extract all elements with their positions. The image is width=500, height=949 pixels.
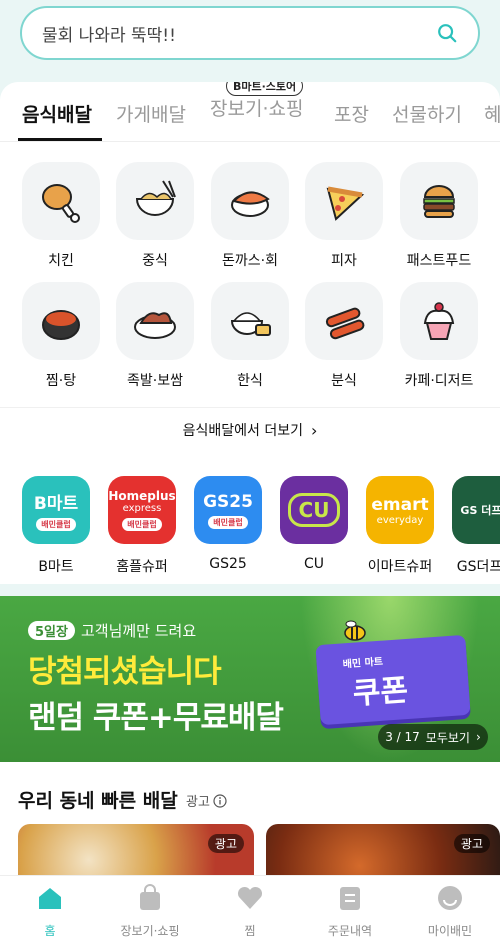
category-jokbal-bossam[interactable]: 족발·보쌈 (110, 282, 200, 390)
emart-logo: emart everyday (366, 476, 434, 544)
nav-shopping[interactable]: 장보기·쇼핑 (100, 884, 200, 939)
homeplus-logo: Homeplus express 배민클럽 (108, 476, 176, 544)
coupon-ticket-image: 배민 마트 쿠폰 (315, 634, 471, 726)
store-label: GS더프레 (456, 559, 500, 575)
nav-my-baemin[interactable]: 마이배민 (400, 884, 500, 939)
banner-headline: 당첨되셨습니다 (28, 654, 222, 690)
home-icon (39, 888, 61, 909)
category-label: 피자 (331, 253, 357, 269)
shopping-bag-icon (140, 884, 160, 910)
search-input[interactable]: 물회 나와라 뚝딱!! (42, 21, 436, 46)
search-icon[interactable] (436, 22, 458, 44)
active-tab-indicator (18, 138, 102, 141)
category-stew[interactable]: 찜·탕 (16, 282, 106, 390)
category-chicken[interactable]: 치킨 (16, 162, 106, 270)
category-label: 찜·탕 (45, 373, 77, 389)
sushi-icon (231, 191, 270, 217)
category-label: 분식 (331, 373, 357, 389)
tab-takeout[interactable]: 포장 (334, 100, 369, 127)
category-chinese[interactable]: 중식 (110, 162, 200, 270)
store-gs25[interactable]: GS25 배민클럽 GS25 (186, 476, 270, 572)
ad-badge: 광고 (207, 834, 244, 853)
store-shortcuts: B마트 배민클럽 B마트 Homeplus express 배민클럽 홈플슈퍼 … (0, 462, 500, 584)
nav-home[interactable]: 홈 (0, 884, 100, 939)
category-fastfood[interactable]: 패스트푸드 (394, 162, 484, 270)
cupcake-icon (423, 302, 455, 340)
category-label: 치킨 (48, 253, 74, 269)
bottom-navigation: 홈 장보기·쇼핑 찜 주문내역 마이배민 (0, 875, 500, 949)
store-label: B마트 (38, 559, 74, 575)
fast-delivery-section: 우리 동네 빠른 배달 광고 광고 광고 (0, 762, 500, 884)
tab-benefits[interactable]: 혜 (484, 100, 500, 127)
tteokbokki-icon (325, 307, 365, 340)
store-label: GS25 (209, 556, 247, 572)
info-icon (213, 793, 227, 808)
tab-store-delivery[interactable]: 가게배달 (116, 100, 186, 127)
bmart-store-badge: B마트·스토어 (226, 82, 304, 96)
promo-banner[interactable]: 5일장 고객님께만 드려요 당첨되셨습니다 랜덤 쿠폰+무료배달 배민 마트 쿠… (0, 596, 500, 762)
store-gs-fresh[interactable]: GS 더프레 GS더프레 (444, 476, 500, 576)
cu-logo: CU (280, 476, 348, 544)
category-label: 카페·디저트 (404, 373, 474, 389)
store-cu[interactable]: CU CU (272, 476, 356, 572)
banner-pager[interactable]: 3 / 17 모두보기 › (378, 724, 488, 750)
tab-grocery-shopping[interactable]: 장보기·쇼핑 (210, 94, 303, 121)
nav-orders[interactable]: 주문내역 (300, 884, 400, 939)
bee-icon (344, 620, 366, 641)
store-label: 이마트슈퍼 (367, 559, 433, 575)
store-label: 홈플슈퍼 (116, 559, 168, 575)
category-korean[interactable]: 한식 (205, 282, 295, 390)
store-bmart[interactable]: B마트 배민클럽 B마트 (14, 476, 98, 576)
banner-subtitle: 5일장 고객님께만 드려요 (28, 620, 196, 641)
food-delivery-panel: 음식배달 가게배달 장보기·쇼핑 포장 선물하기 혜 B마트·스토어 치킨 중식… (0, 82, 500, 462)
pizza-icon (326, 186, 365, 221)
category-cafe-dessert[interactable]: 카페·디저트 (394, 282, 484, 390)
category-label: 한식 (237, 373, 263, 389)
section-title: 우리 동네 빠른 배달 (18, 790, 178, 812)
store-label: CU (303, 556, 325, 572)
nav-favorites[interactable]: 찜 (200, 884, 300, 939)
search-bar[interactable]: 물회 나와라 뚝딱!! (20, 6, 480, 60)
tab-gift[interactable]: 선물하기 (392, 100, 462, 127)
stew-pot-icon (42, 310, 80, 340)
category-snack[interactable]: 분식 (299, 282, 389, 390)
order-list-icon (340, 887, 360, 910)
ad-label[interactable]: 광고 (186, 791, 227, 810)
more-link-label: 음식배달에서 더보기 (182, 423, 303, 439)
store-emart[interactable]: emart everyday 이마트슈퍼 (358, 476, 442, 576)
category-pizza[interactable]: 피자 (299, 162, 389, 270)
category-label: 돈까스·회 (222, 253, 278, 269)
chevron-right-icon: › (475, 730, 481, 744)
category-label: 중식 (142, 253, 168, 269)
gs-fresh-logo: GS 더프레 (452, 476, 500, 544)
burger-icon (423, 185, 455, 218)
more-food-delivery-link[interactable]: 음식배달에서 더보기 › (0, 407, 500, 452)
profile-icon (438, 886, 462, 910)
heart-icon (237, 886, 263, 909)
pork-platter-icon (134, 312, 176, 339)
category-label: 패스트푸드 (406, 253, 472, 269)
category-cutlet-sashimi[interactable]: 돈까스·회 (205, 162, 295, 270)
banner-pill: 5일장 (28, 621, 75, 640)
gs25-logo: GS25 배민클럽 (194, 476, 262, 544)
bmart-logo: B마트 배민클럽 (22, 476, 90, 544)
noodle-bowl-icon (135, 180, 176, 216)
store-homeplus[interactable]: Homeplus express 배민클럽 홈플슈퍼 (100, 476, 184, 576)
chicken-icon (42, 184, 80, 223)
ad-badge: 광고 (453, 834, 490, 853)
banner-headline-2: 랜덤 쿠폰+무료배달 (28, 700, 284, 736)
tab-food-delivery[interactable]: 음식배달 (22, 100, 92, 127)
category-tabs: 음식배달 가게배달 장보기·쇼핑 포장 선물하기 혜 B마트·스토어 (0, 82, 500, 142)
chevron-right-icon: › (310, 420, 318, 440)
rice-bowl-icon (230, 312, 271, 336)
category-label: 족발·보쌈 (127, 373, 183, 389)
